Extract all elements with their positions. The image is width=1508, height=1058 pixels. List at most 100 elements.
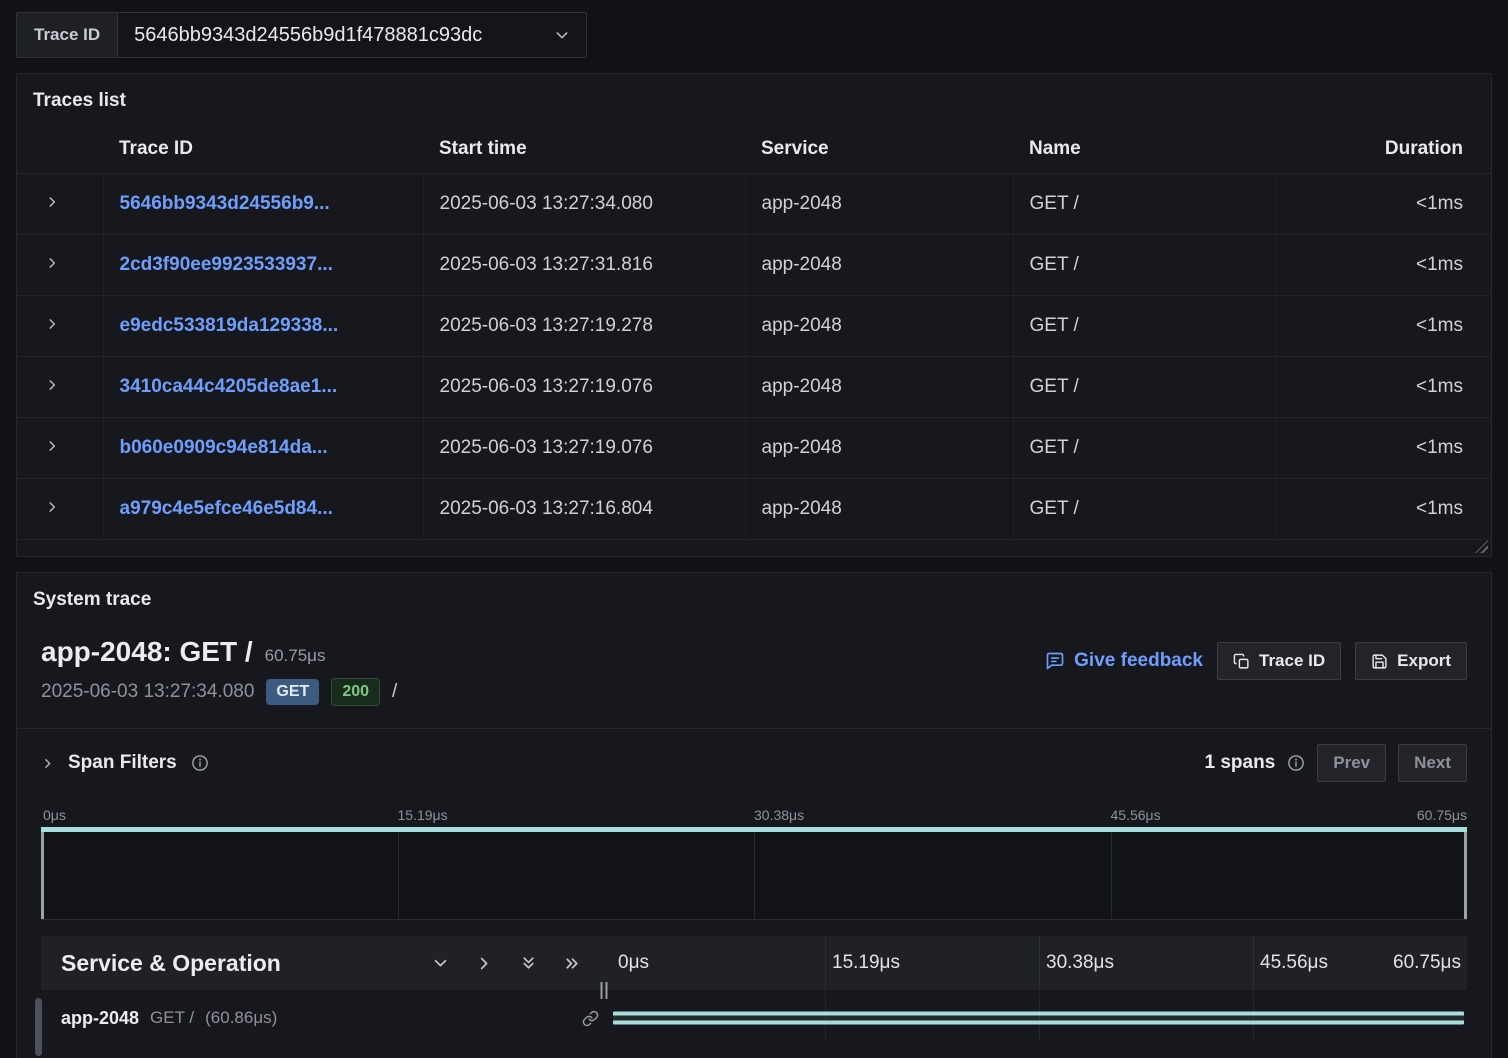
double-chevron-down-icon[interactable] <box>520 955 537 972</box>
chevron-right-icon[interactable] <box>476 955 493 972</box>
traces-table: Trace ID Start time Service Name Duratio… <box>17 125 1491 540</box>
prev-span-button[interactable]: Prev <box>1317 744 1386 782</box>
link-icon[interactable] <box>582 1010 599 1027</box>
traces-table-header-row: Trace ID Start time Service Name Duratio… <box>17 125 1491 174</box>
span-count-info-icon[interactable] <box>1287 754 1305 772</box>
next-span-button[interactable]: Next <box>1398 744 1467 782</box>
panel-resize-handle[interactable] <box>1475 540 1488 553</box>
span-table-header: Service & Operation <box>41 936 1467 990</box>
trace-duration: <1ms <box>1275 296 1491 357</box>
table-row: 3410ca44c4205de8ae1... 2025-06-03 13:27:… <box>17 357 1491 418</box>
trace-name: GET / <box>1013 418 1275 479</box>
minimap-tick: 60.75μs <box>1417 807 1467 823</box>
span-filters-info-icon[interactable] <box>191 754 209 772</box>
span-row-timeline <box>611 994 1467 1042</box>
trace-service: app-2048 <box>745 174 1013 235</box>
trace-start-time: 2025-06-03 13:27:31.816 <box>423 235 745 296</box>
trace-duration: <1ms <box>1275 174 1491 235</box>
span-duration: (60.86μs) <box>205 1008 277 1028</box>
export-button[interactable]: Export <box>1355 642 1467 680</box>
span-operation: GET / <box>150 1008 194 1028</box>
minimap-tick: 15.19μs <box>398 807 448 823</box>
trace-timestamp: 2025-06-03 13:27:34.080 <box>41 681 254 703</box>
scrollbar-thumb[interactable] <box>35 998 42 1056</box>
minimap-right-handle[interactable] <box>1464 832 1467 919</box>
timeline-gridline <box>825 936 826 990</box>
column-resize-grip[interactable] <box>597 936 611 990</box>
method-badge: GET <box>266 679 319 705</box>
trace-id-link[interactable]: a979c4e5efce46e5d84... <box>120 498 333 519</box>
row-expander-icon[interactable] <box>45 256 59 270</box>
expander-column-header <box>17 125 103 174</box>
minimap-tick: 45.56μs <box>1111 807 1161 823</box>
table-row: 2cd3f90ee9923533937... 2025-06-03 13:27:… <box>17 235 1491 296</box>
system-trace-panel: System trace app-2048: GET / 60.75μs 202… <box>16 572 1492 1058</box>
span-rows: app-2048 GET / (60.86μs) <box>41 994 1467 1042</box>
trace-duration: <1ms <box>1275 235 1491 296</box>
traces-list-title: Traces list <box>17 74 1491 125</box>
minimap-canvas[interactable] <box>41 827 1467 920</box>
minimap-left-handle[interactable] <box>41 832 44 919</box>
trace-id-link[interactable]: b060e0909c94e814da... <box>120 437 328 458</box>
trace-id-link[interactable]: 5646bb9343d24556b9... <box>120 193 330 214</box>
row-expander-icon[interactable] <box>45 195 59 209</box>
give-feedback-label: Give feedback <box>1074 650 1203 672</box>
span-row[interactable]: app-2048 GET / (60.86μs) <box>41 994 1467 1042</box>
double-chevron-right-icon[interactable] <box>564 955 581 972</box>
span-filters-toggle[interactable]: Span Filters <box>41 752 209 774</box>
span-collapse-controls <box>432 955 587 972</box>
system-trace-title: System trace <box>17 573 1491 624</box>
trace-name: GET / <box>1013 296 1275 357</box>
trace-header-actions: Give feedback Trace ID Export <box>1045 636 1467 680</box>
trace-duration: <1ms <box>1275 357 1491 418</box>
comment-icon <box>1045 651 1065 671</box>
trace-header: app-2048: GET / 60.75μs 2025-06-03 13:27… <box>17 624 1491 706</box>
table-row: a979c4e5efce46e5d84... 2025-06-03 13:27:… <box>17 479 1491 540</box>
trace-id-link[interactable]: 3410ca44c4205de8ae1... <box>120 376 338 397</box>
row-expander-icon[interactable] <box>45 439 59 453</box>
chevron-down-icon <box>554 27 570 43</box>
column-header-trace-id: Trace ID <box>103 125 423 174</box>
trace-duration: <1ms <box>1275 418 1491 479</box>
row-expander-icon[interactable] <box>45 317 59 331</box>
trace-total-duration: 60.75μs <box>265 646 326 666</box>
trace-name: GET / <box>1013 174 1275 235</box>
row-expander-icon[interactable] <box>45 378 59 392</box>
timeline-gridline <box>1253 936 1254 990</box>
span-service-name: app-2048 <box>61 1008 139 1029</box>
trace-name: GET / <box>1013 235 1275 296</box>
span-count: 1 spans <box>1205 752 1276 774</box>
trace-title: app-2048: GET / <box>41 636 253 668</box>
trace-name: GET / <box>1013 479 1275 540</box>
trace-id-link[interactable]: e9edc533819da129338... <box>120 315 339 336</box>
table-row: e9edc533819da129338... 2025-06-03 13:27:… <box>17 296 1491 357</box>
chevron-down-icon[interactable] <box>432 955 449 972</box>
export-icon <box>1371 653 1388 670</box>
minimap-tick: 30.38μs <box>754 807 804 823</box>
minimap-tick: 0μs <box>43 807 66 823</box>
row-expander-icon[interactable] <box>45 500 59 514</box>
minimap-gridline <box>754 832 755 919</box>
trace-name: GET / <box>1013 357 1275 418</box>
column-header-duration: Duration <box>1275 125 1491 174</box>
prev-label: Prev <box>1333 753 1370 773</box>
timeline-tick: 45.56μs <box>1260 952 1328 974</box>
span-pagination: 1 spans Prev Next <box>1205 744 1468 782</box>
trace-id-dropdown[interactable]: 5646bb9343d24556b9d1f478881c93dc <box>117 12 587 58</box>
trace-start-time: 2025-06-03 13:27:19.076 <box>423 418 745 479</box>
timeline-tick: 15.19μs <box>832 952 900 974</box>
span-filters-bar: Span Filters 1 spans Prev Next <box>17 728 1491 797</box>
span-filters-label: Span Filters <box>68 752 177 774</box>
trace-id-dropdown-value: 5646bb9343d24556b9d1f478881c93dc <box>134 24 482 47</box>
give-feedback-link[interactable]: Give feedback <box>1045 650 1203 672</box>
copy-icon <box>1233 653 1250 670</box>
trace-duration: <1ms <box>1275 479 1491 540</box>
trace-header-left: app-2048: GET / 60.75μs 2025-06-03 13:27… <box>41 636 397 706</box>
span-bar[interactable] <box>613 1012 1464 1025</box>
trace-service: app-2048 <box>745 357 1013 418</box>
trace-id-copy-button[interactable]: Trace ID <box>1217 642 1341 680</box>
minimap-tick-labels: 0μs 15.19μs 30.38μs 45.56μs 60.75μs <box>41 805 1467 827</box>
trace-start-time: 2025-06-03 13:27:16.804 <box>423 479 745 540</box>
trace-id-link[interactable]: 2cd3f90ee9923533937... <box>120 254 333 275</box>
trace-start-time: 2025-06-03 13:27:34.080 <box>423 174 745 235</box>
